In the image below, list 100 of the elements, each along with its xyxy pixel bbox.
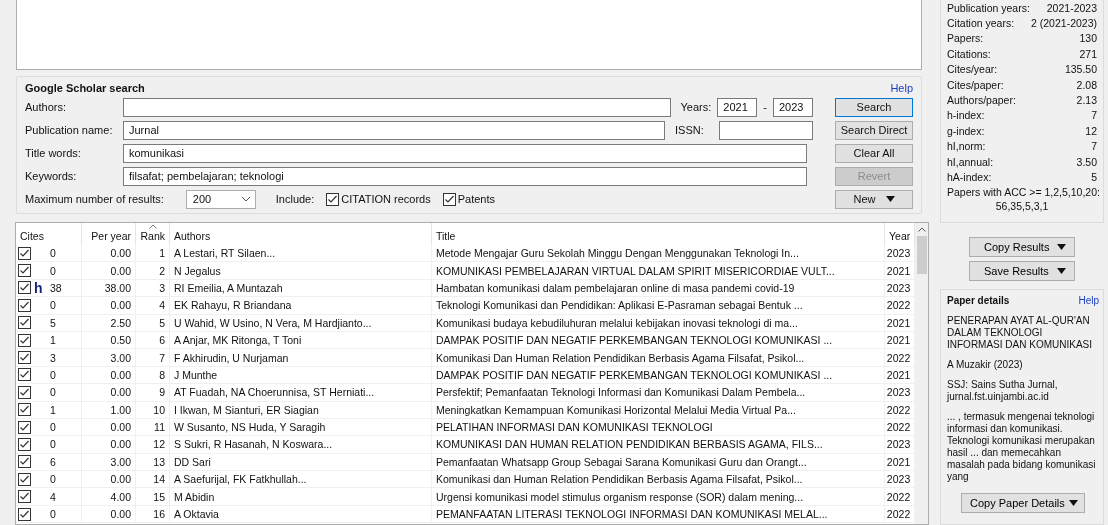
table-cell: 0.00: [82, 366, 136, 384]
help-link[interactable]: Help: [1078, 294, 1099, 306]
table-cell: 7: [136, 349, 170, 366]
checkbox[interactable]: [18, 264, 31, 278]
input-field[interactable]: filsafat; pembelajaran; teknologi: [123, 166, 807, 186]
checkbox[interactable]: [18, 403, 31, 417]
table-cell: Urgensi komunikasi model stimulus organism response (SOR) dalam mening...: [432, 488, 885, 505]
menu-button[interactable]: Copy Paper Details: [961, 492, 1085, 513]
table-cell: 0: [50, 438, 56, 451]
column-header[interactable]: Per year: [82, 223, 136, 245]
metric-label: Cites/paper:: [947, 78, 1004, 91]
metric-label: Citations:: [947, 47, 991, 60]
table-cell: 0.00: [82, 505, 136, 523]
checkbox[interactable]: [18, 455, 31, 469]
table-cell: KOMUNIKASI PEMBELAJARAN VIRTUAL DALAM SPIRIT MISERICORDIAE VULT...: [432, 262, 885, 279]
table-cell: 4: [136, 297, 170, 314]
metric-value: 5: [1091, 171, 1097, 183]
checkbox[interactable]: [18, 420, 31, 434]
metric-value: 271: [1079, 47, 1097, 60]
field-label: Publication name:: [25, 124, 114, 136]
column-header[interactable]: Cites: [16, 223, 82, 245]
results-dropdown[interactable]: 200: [185, 189, 256, 209]
checkbox[interactable]: [18, 438, 31, 451]
table-cell: 11: [136, 418, 170, 436]
table-cell: 14: [136, 471, 170, 488]
table-cell: A Saefurijal, FK Fatkhullah...: [170, 471, 432, 488]
new-button[interactable]: New: [835, 189, 913, 209]
checkbox[interactable]: [18, 281, 31, 295]
input-field[interactable]: komunikasi: [123, 143, 807, 163]
checkbox[interactable]: [18, 507, 31, 521]
field-label: Keywords:: [25, 170, 78, 182]
metric-value: 7: [1091, 109, 1097, 122]
action-button[interactable]: Search Direct: [835, 120, 913, 140]
metric-label: Cites/year:: [947, 63, 998, 76]
checkbox[interactable]: [18, 490, 31, 504]
metric-value: 130: [1079, 32, 1097, 45]
checkbox[interactable]: [18, 351, 31, 365]
table-cell: 0: [50, 247, 56, 260]
column-header[interactable]: Authors: [170, 223, 432, 245]
table-cell: RI Emeilia, A Muntazah: [170, 279, 432, 297]
table-cell: 0: [50, 299, 56, 312]
checkbox[interactable]: [18, 385, 31, 399]
table-cell: Komunikasi budaya kebudiluhuran melalui kebijakan inovasi teknologi di ma...: [432, 314, 885, 331]
metric-value: 2 (2021-2023): [1031, 17, 1097, 30]
table-cell: 1: [50, 403, 56, 416]
table-cell: 16: [136, 505, 170, 523]
checkbox[interactable]: [326, 192, 340, 206]
menu-button[interactable]: Copy Results: [969, 236, 1075, 257]
checkbox[interactable]: [442, 192, 456, 206]
table-cell: 3: [136, 279, 170, 297]
table-cell: AT Fuadah, NA Choerunnisa, ST Herniati...: [170, 384, 432, 401]
input-field[interactable]: [123, 97, 671, 117]
table-cell: 9: [136, 384, 170, 401]
table-cell: 10: [136, 401, 170, 418]
table-cell: 8: [136, 366, 170, 384]
input-field[interactable]: Jurnal: [123, 120, 665, 140]
table-cell: DD Sari: [170, 453, 432, 471]
table-cell: 38: [50, 281, 62, 294]
column-header[interactable]: Rank: [136, 223, 170, 245]
column-header[interactable]: Title: [432, 223, 885, 245]
metric-label: hA-index:: [947, 171, 992, 183]
field-label: ISSN:: [675, 124, 705, 136]
table-cell: 3.00: [82, 453, 136, 471]
caret-icon: [1057, 267, 1066, 274]
table-cell: S Sukri, R Hasanah, N Koswara...: [170, 436, 432, 453]
checkbox[interactable]: [18, 316, 31, 330]
input-field[interactable]: 2023: [773, 97, 813, 117]
include-label: Include:: [275, 193, 315, 205]
field-label: Authors:: [25, 101, 67, 113]
checkbox[interactable]: [18, 333, 31, 347]
table-cell: Komunikasi dan Human Relation Pendidikan Berbasis Agama Filsafat, Psikol...: [432, 471, 885, 488]
checkbox[interactable]: [18, 368, 31, 382]
scrollbar[interactable]: [915, 223, 928, 524]
table-cell: 5: [136, 314, 170, 331]
metric-label: hI,annual:: [947, 155, 994, 168]
caret-icon: [1069, 499, 1078, 506]
checkbox[interactable]: [18, 472, 31, 486]
metric-value: 56,35,5,3,1: [994, 199, 1050, 212]
table-cell: DAMPAK POSITIF DAN NEGATIF PERKEMBANGAN TEKNOLOGI KOMUNIKASI ...: [432, 331, 885, 349]
metric-label: g-index:: [947, 124, 985, 137]
metric-label: Papers:: [947, 32, 984, 45]
sort-icon: [149, 224, 157, 229]
table-cell: 15: [136, 488, 170, 505]
table-cell: 0.00: [82, 418, 136, 436]
table-cell: 38.00: [82, 279, 136, 297]
action-button[interactable]: Search: [835, 97, 913, 117]
table-cell: PEMANFAATAN LITERASI TEKNOLOGI INFORMASI DAN KOMUNIKASI MELAL...: [432, 505, 885, 523]
input-field[interactable]: [719, 120, 813, 140]
metric-value: 7: [1091, 140, 1097, 153]
checkbox[interactable]: [18, 246, 31, 260]
action-button[interactable]: Clear All: [835, 143, 913, 163]
checkbox[interactable]: [18, 298, 31, 312]
menu-button[interactable]: Save Results: [969, 260, 1075, 281]
scroll-up-icon: [917, 227, 926, 232]
scroll-thumb[interactable]: [916, 236, 927, 274]
table-cell: 0: [50, 508, 56, 521]
field-label: Title words:: [25, 147, 82, 159]
help-link[interactable]: Help: [890, 81, 913, 94]
input-field[interactable]: 2021: [717, 97, 758, 117]
metric-label: Publication years:: [947, 1, 1030, 14]
